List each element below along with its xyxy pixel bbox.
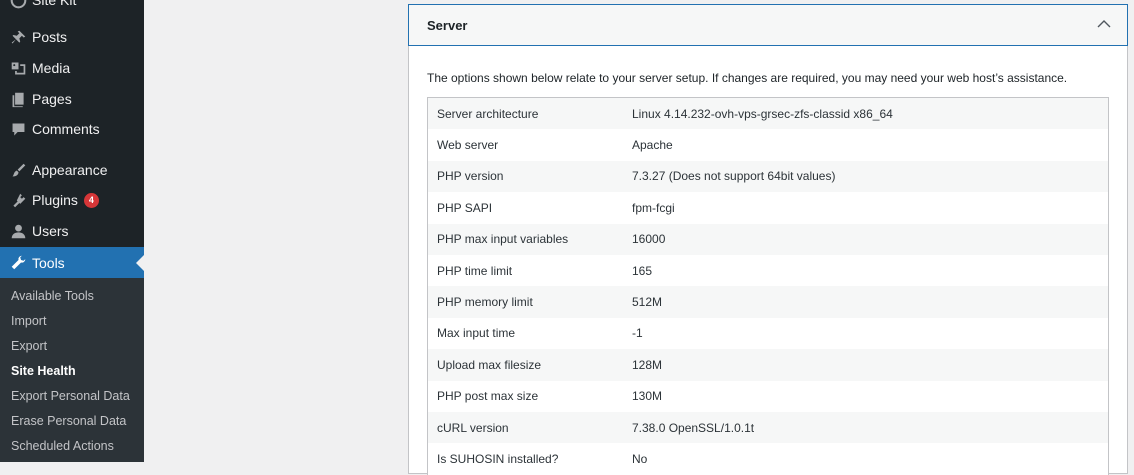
- plugin-icon: [8, 190, 28, 210]
- row-value: 512M: [632, 295, 663, 310]
- row-label: PHP max input variables: [437, 232, 569, 247]
- table-row: PHP version 7.3.27 (Does not support 64bi…: [428, 160, 1108, 193]
- sidebar-item-comments[interactable]: Comments: [0, 114, 144, 144]
- table-row: Is SUHOSIN installed? No: [428, 443, 1108, 475]
- row-value: No: [632, 451, 648, 466]
- row-label: Server architecture: [437, 106, 539, 121]
- server-info-table: Server architecture Linux 4.14.232-ovh-vp…: [427, 97, 1109, 475]
- row-value: -1: [632, 326, 643, 341]
- sidebar-item-label: Users: [32, 223, 69, 239]
- submenu-item-available-tools[interactable]: Available Tools: [11, 289, 94, 303]
- submenu-item-scheduled-actions[interactable]: Scheduled Actions: [11, 439, 114, 453]
- row-value: Apache: [632, 138, 673, 153]
- row-label: Web server: [437, 138, 499, 153]
- row-value: 165: [632, 263, 653, 278]
- submenu-item-export[interactable]: Export: [11, 339, 47, 353]
- sidebar-item-pages[interactable]: Pages: [0, 84, 144, 114]
- row-value: fpm-fcgi: [632, 200, 675, 215]
- table-row: PHP SAPI fpm-fcgi: [428, 192, 1108, 224]
- row-value: 130M: [632, 389, 663, 404]
- sidebar-item-label: Pages: [32, 91, 72, 107]
- sidebar-item-label: Tools: [32, 254, 65, 271]
- sidebar-item-label: Comments: [32, 121, 100, 137]
- table-row: cURL version 7.38.0 OpenSSL/1.0.1t: [428, 411, 1108, 444]
- user-icon: [8, 221, 28, 241]
- paintbrush-icon: [8, 160, 28, 180]
- row-value: 128M: [632, 357, 663, 372]
- row-value: 16000: [632, 232, 666, 247]
- table-row: PHP max input variables 16000: [428, 223, 1108, 255]
- sidebar-item-label: Appearance: [32, 162, 108, 178]
- media-icon: [8, 58, 28, 78]
- submenu-item-import[interactable]: Import: [11, 314, 46, 328]
- row-label: cURL version: [437, 420, 509, 435]
- table-row: PHP post max size 130M: [428, 380, 1108, 412]
- sidebar-item-plugins[interactable]: Plugins 4: [0, 185, 144, 215]
- server-accordion-panel: Server The options shown below relate to…: [408, 4, 1128, 475]
- row-label: PHP memory limit: [437, 295, 533, 310]
- sidebar-item-media[interactable]: Media: [0, 53, 144, 83]
- sidebar-item-label: Site Kit: [32, 0, 77, 8]
- table-row: Upload max filesize 128M: [428, 349, 1108, 381]
- sidebar-item-tools[interactable]: Tools: [0, 247, 144, 278]
- table-row: PHP memory limit 512M: [428, 286, 1108, 318]
- row-value: Linux 4.14.232-ovh-vps-grsec-zfs-classid…: [632, 106, 893, 121]
- row-label: PHP post max size: [437, 389, 539, 404]
- panel-intro-text: The options shown below relate to your s…: [427, 71, 1068, 85]
- sidebar-item-appearance[interactable]: Appearance: [0, 155, 144, 185]
- admin-sidebar: Site Kit Posts Media Pages Comments Appe…: [0, 0, 144, 462]
- panel-title: Server: [427, 17, 468, 33]
- submenu-item-erase-personal-data[interactable]: Erase Personal Data: [11, 414, 126, 428]
- sidebar-item-label: Plugins: [32, 192, 78, 208]
- sidebar-item-posts[interactable]: Posts: [0, 22, 144, 52]
- row-label: Upload max filesize: [437, 357, 542, 372]
- row-label: Max input time: [437, 326, 516, 341]
- server-accordion-toggle[interactable]: Server: [408, 4, 1128, 46]
- row-label: PHP time limit: [437, 263, 513, 278]
- table-row: Web server Apache: [428, 129, 1108, 161]
- row-label: PHP version: [437, 169, 504, 184]
- sidebar-item-label: Media: [32, 60, 71, 76]
- plugin-update-count-badge: 4: [83, 192, 99, 208]
- sidebar-item-label: Posts: [32, 29, 68, 45]
- site-kit-icon: [8, 0, 28, 10]
- row-value: 7.3.27 (Does not support 64bit values): [632, 169, 836, 184]
- table-row: Server architecture Linux 4.14.232-ovh-vp…: [428, 98, 1108, 130]
- tools-submenu: Available Tools Import Export Site Healt…: [0, 278, 144, 462]
- wrench-icon: [8, 253, 28, 273]
- row-label: PHP SAPI: [437, 200, 493, 215]
- table-row: PHP time limit 165: [428, 254, 1108, 287]
- pages-icon: [8, 89, 28, 109]
- row-value: 7.38.0 OpenSSL/1.0.1t: [632, 420, 755, 435]
- comment-icon: [8, 119, 28, 139]
- row-label: Is SUHOSIN installed?: [437, 451, 559, 466]
- submenu-item-export-personal-data[interactable]: Export Personal Data: [11, 389, 130, 403]
- table-row: Max input time -1: [428, 317, 1108, 350]
- chevron-up-icon: [1097, 20, 1111, 28]
- sidebar-item-users[interactable]: Users: [0, 216, 144, 246]
- submenu-item-site-health[interactable]: Site Health: [11, 364, 76, 378]
- pin-icon: [8, 27, 28, 47]
- sidebar-item-site-kit[interactable]: Site Kit: [0, 0, 144, 15]
